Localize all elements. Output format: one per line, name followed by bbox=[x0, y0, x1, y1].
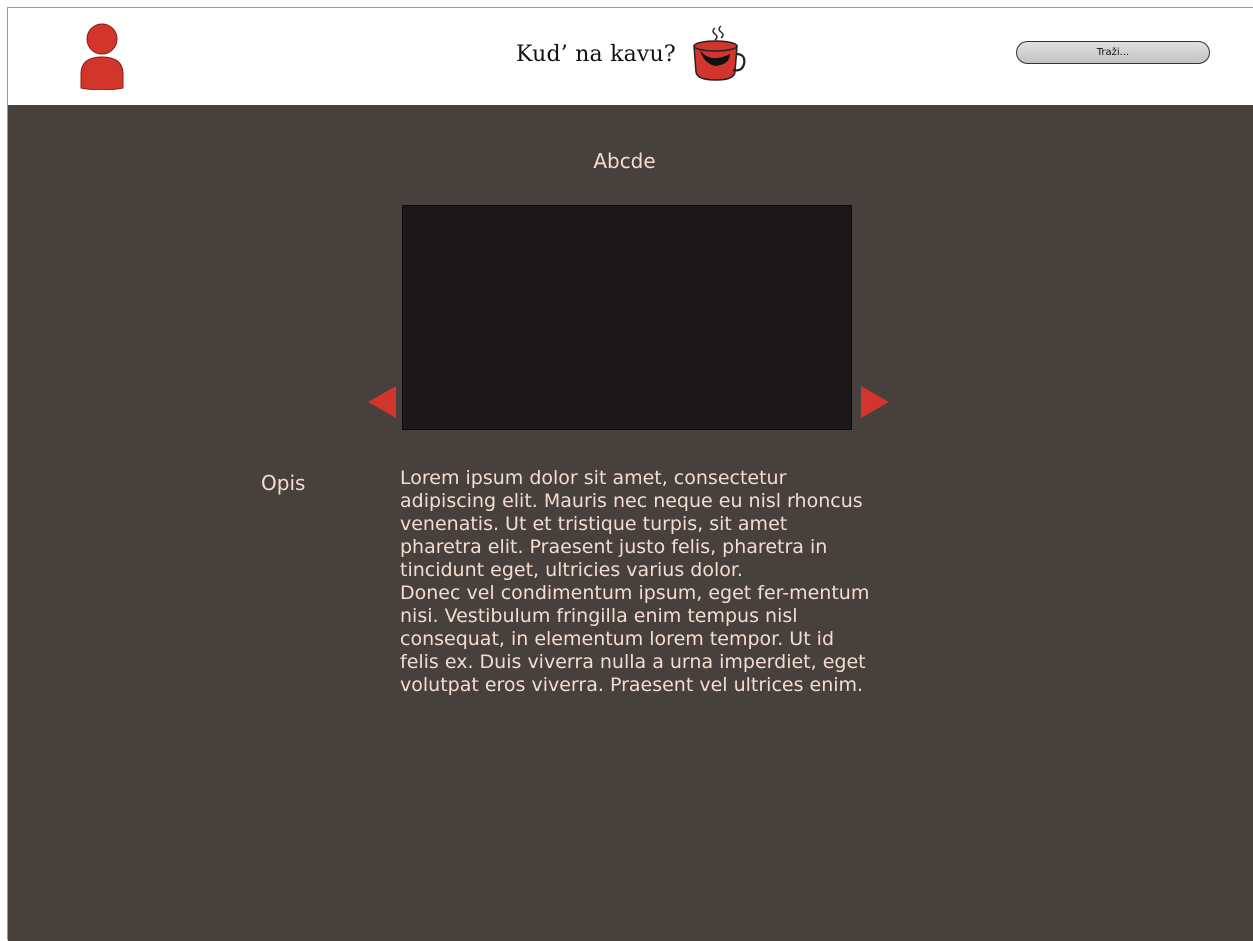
description-text: Lorem ipsum dolor sit amet, consectetur … bbox=[400, 467, 870, 697]
place-detail: Abcde Opis Lorem ipsum dolor sit amet, c… bbox=[8, 105, 1253, 941]
place-title: Abcde bbox=[593, 149, 656, 173]
site-branding: Kud’ na kavu? bbox=[516, 24, 746, 84]
arrow-left-icon[interactable] bbox=[368, 386, 396, 418]
app-window: Kud’ na kavu? Traži... Abcde Opis Lorem … bbox=[7, 7, 1253, 941]
site-title: Kud’ na kavu? bbox=[516, 41, 676, 67]
description-paragraph: Lorem ipsum dolor sit amet, consectetur … bbox=[400, 467, 863, 581]
coffee-cup-icon bbox=[693, 25, 746, 81]
search-label: Traži... bbox=[1096, 47, 1130, 58]
arrow-right-icon[interactable] bbox=[861, 386, 889, 418]
search-button[interactable]: Traži... bbox=[1016, 41, 1210, 64]
description-paragraph: Donec vel condimentum ipsum, eget fer-me… bbox=[400, 582, 870, 696]
user-avatar-icon[interactable] bbox=[78, 22, 126, 90]
description-label: Opis bbox=[261, 471, 306, 495]
header-bar: Kud’ na kavu? Traži... bbox=[8, 8, 1253, 105]
place-image bbox=[402, 205, 852, 430]
